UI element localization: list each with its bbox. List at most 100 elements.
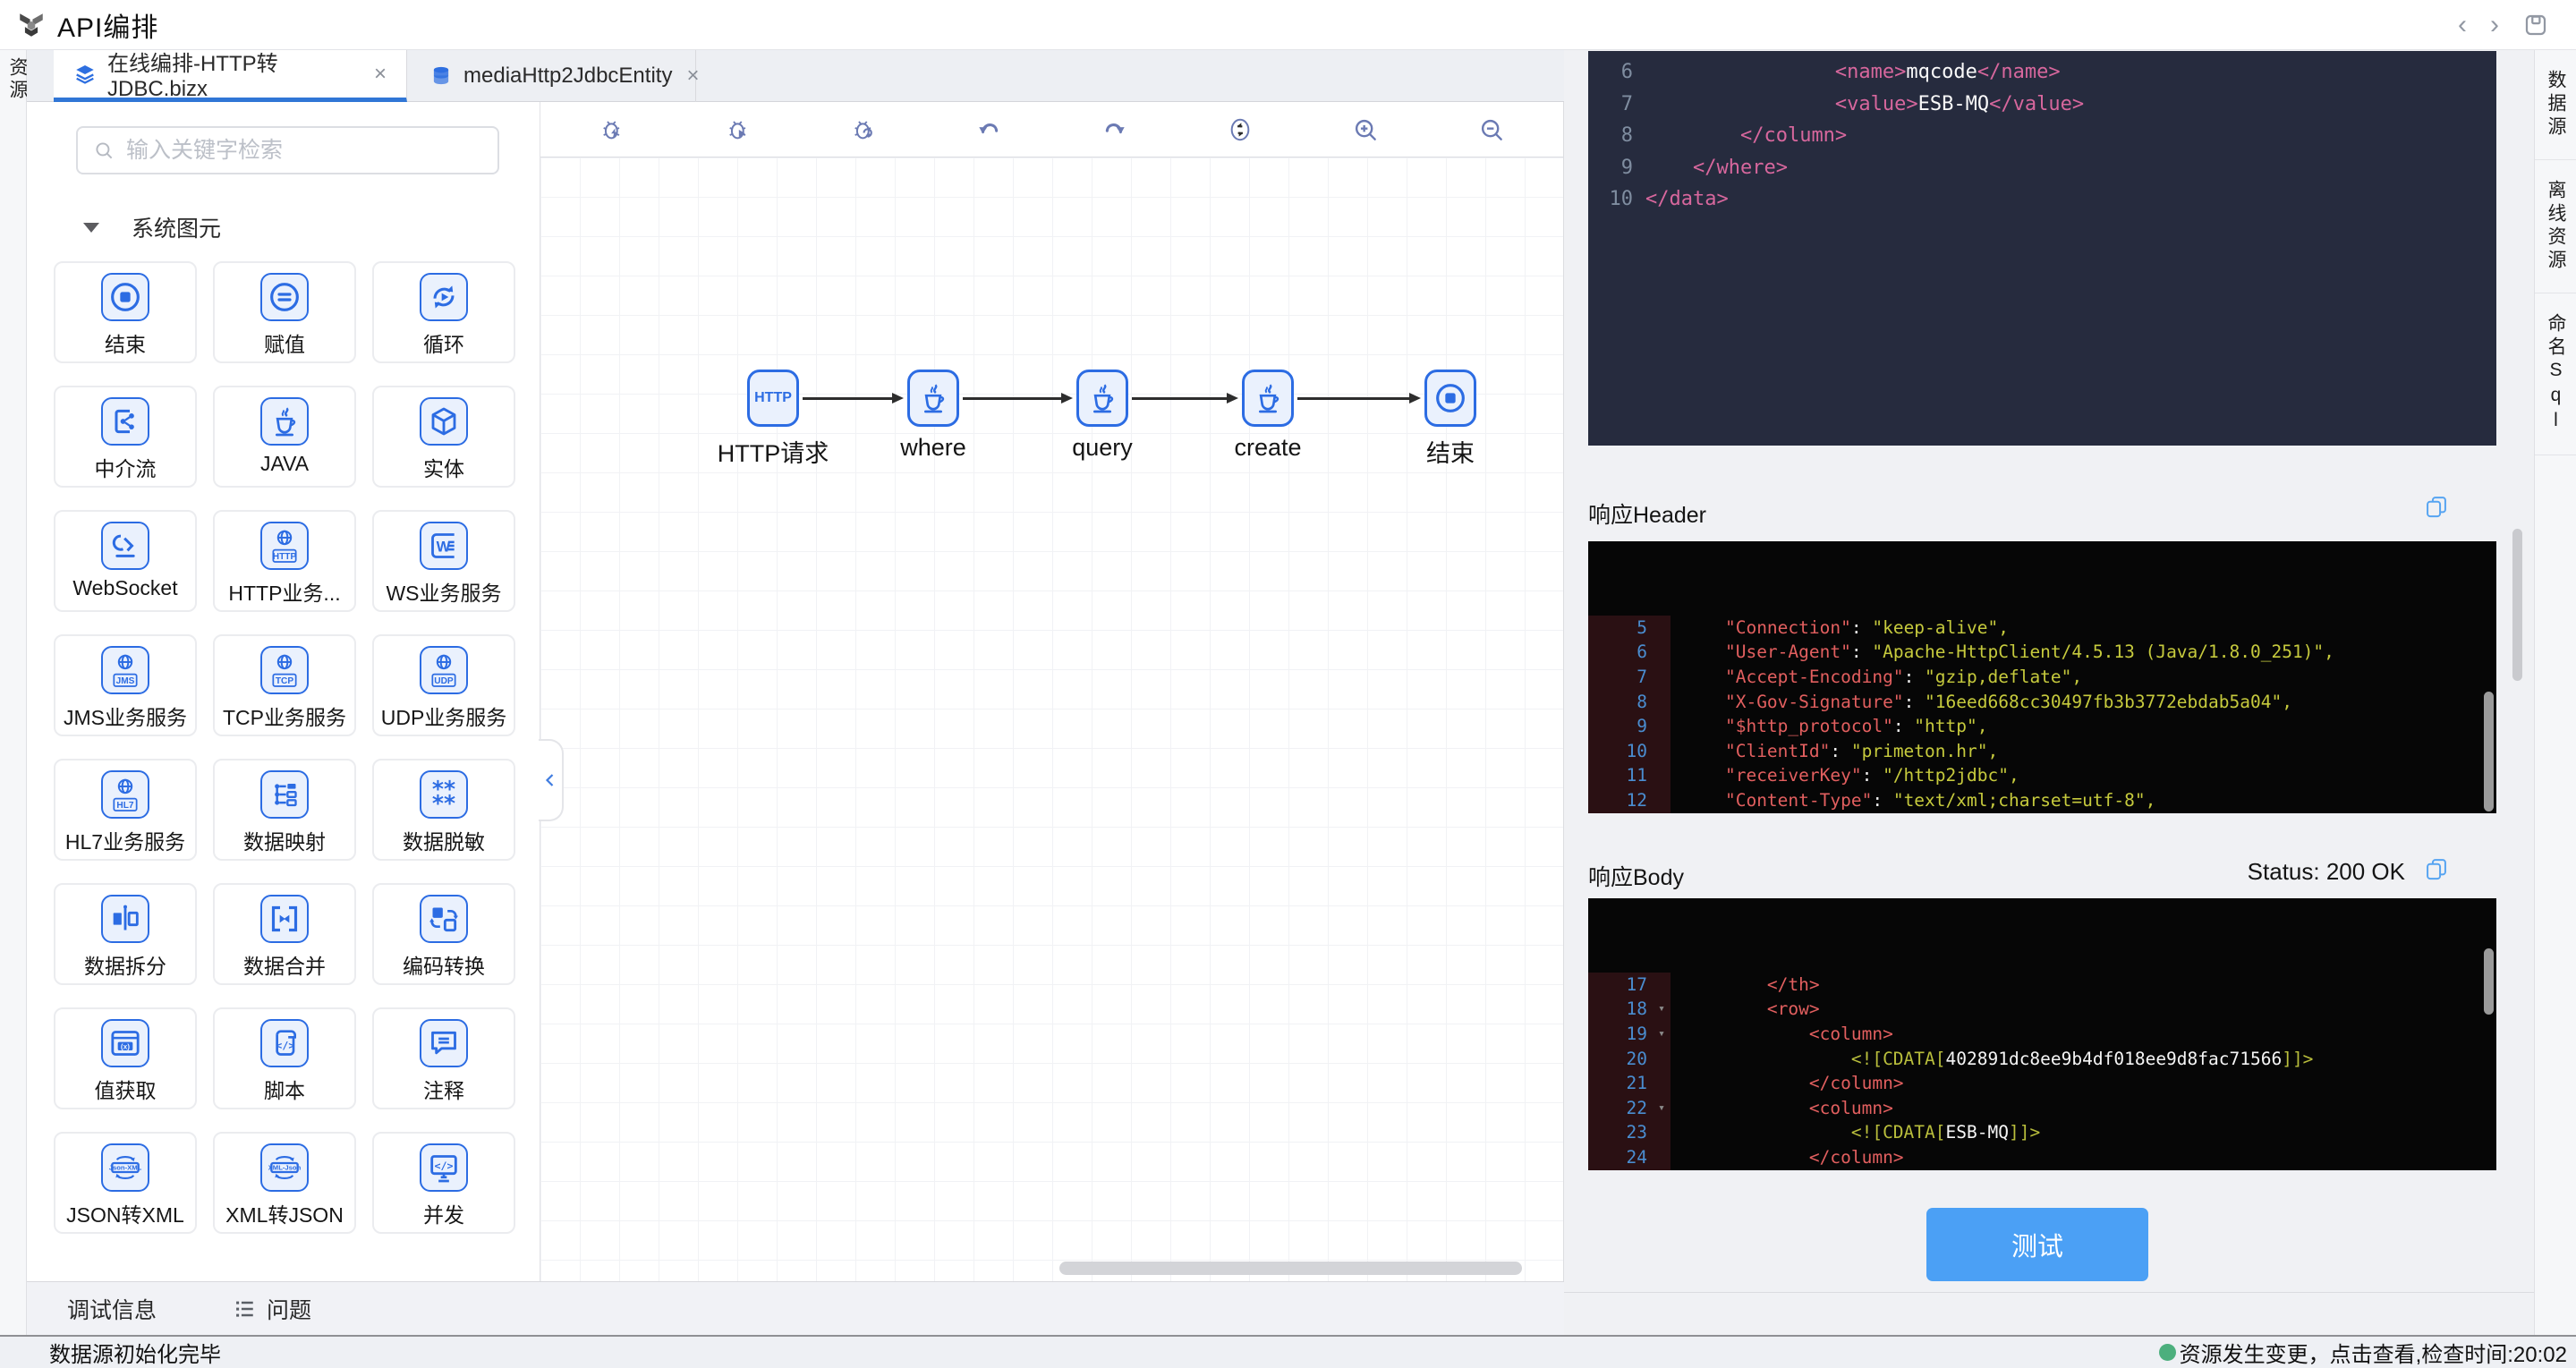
code-line: 10 </data>	[1609, 188, 1729, 210]
palette-search[interactable]	[76, 126, 499, 174]
palette-item-http-service[interactable]: HTTP HTTP业务...	[213, 510, 356, 612]
line-number: 17	[1626, 973, 1647, 995]
palette-collapse-handle[interactable]	[539, 739, 564, 821]
right-sidebar-tab-0[interactable]: 数据源	[2535, 50, 2576, 160]
code-line: 6 <name>mqcode</name>	[1620, 61, 2061, 83]
response-body-editor[interactable]: 17 </th> 18 ▾ <row> 19 ▾ <column> 20 <![CDATA…	[1588, 898, 2496, 1170]
debug-step-icon[interactable]	[849, 115, 878, 144]
flow-node-end[interactable]	[1424, 370, 1476, 427]
line-number: 22	[1626, 1097, 1647, 1118]
status-bar: 数据源初始化完毕 资源发生变更，点击查看,检查时间:20:02	[0, 1335, 2576, 1368]
comment-icon	[420, 1019, 468, 1067]
value-get-icon: (x)	[101, 1019, 149, 1067]
scrollbar-thumb[interactable]	[2484, 948, 2494, 1015]
save-icon[interactable]	[2522, 12, 2549, 38]
debug-icon[interactable]	[598, 115, 626, 144]
palette-item-label: 结束	[105, 333, 146, 356]
fold-icon[interactable]: ▾	[1658, 997, 1665, 1022]
response-header-editor[interactable]: 5 "Connection": "keep-alive", 6 "User-Age…	[1588, 541, 2496, 813]
code-line: 23 <![CDATA[ESB-MQ]]>	[1588, 1120, 2496, 1145]
palette-item-label: 中介流	[94, 457, 157, 480]
palette-item-label: XML转JSON	[225, 1203, 344, 1227]
flow-connector-arrow[interactable]	[803, 393, 904, 404]
palette-item-label: 数据脱敏	[403, 830, 485, 854]
divider	[1564, 1292, 2534, 1293]
debug-play-icon[interactable]	[724, 115, 752, 144]
java-icon	[260, 397, 309, 446]
flow-connector-arrow[interactable]	[1132, 393, 1238, 404]
close-icon[interactable]: ×	[686, 64, 699, 89]
canvas-toolbar	[540, 102, 1563, 157]
sync-icon[interactable]	[1226, 115, 1254, 144]
palette-item-data-split[interactable]: 数据拆分	[54, 883, 197, 985]
right-sidebar-tab-2[interactable]: 命名Sql	[2535, 293, 2576, 455]
palette-item-encoding-convert[interactable]: 编码转换	[372, 883, 515, 985]
component-palette: 系统图元 结束 赋值 循环中介流 JAVA 实体 WebSocket HTTP HTTP业务.…	[27, 102, 540, 1281]
palette-item-label: 数据映射	[243, 830, 326, 854]
palette-item-websocket[interactable]: WebSocket	[54, 510, 197, 612]
palette-item-loop[interactable]: 循环	[372, 261, 515, 363]
flow-node-http[interactable]: HTTP	[747, 370, 799, 427]
flow-connector-arrow[interactable]	[1297, 393, 1421, 404]
palette-item-data-masking[interactable]: ** ** 数据脱敏	[372, 759, 515, 861]
zoom-out-icon[interactable]	[1477, 115, 1506, 144]
svg-text:HL7: HL7	[116, 801, 133, 811]
undo-icon[interactable]	[974, 115, 1003, 144]
forward-icon[interactable]: ›	[2490, 12, 2499, 38]
palette-item-jms-service[interactable]: JMS JMS业务服务	[54, 634, 197, 736]
palette-item-udp-service[interactable]: UDP UDP业务服务	[372, 634, 515, 736]
copy-icon[interactable]	[2424, 494, 2449, 519]
right-sidebar-tab-1[interactable]: 离线资源	[2535, 160, 2576, 293]
flow-node-java[interactable]	[1076, 370, 1128, 427]
palette-item-mediation-flow[interactable]: 中介流	[54, 386, 197, 488]
palette-item-value-get[interactable]: (x) 值获取	[54, 1007, 197, 1109]
right-sidebar: 数据源 离线资源 命名Sql	[2534, 50, 2576, 1335]
palette-item-label: WebSocket	[72, 576, 178, 599]
code-line: 5 "Connection": "keep-alive",	[1588, 615, 2496, 641]
code-line: 8 </column>	[1620, 124, 1848, 147]
palette-item-xml-to-json[interactable]: XML-Json XML转JSON	[213, 1132, 356, 1234]
tab-debug-info[interactable]: 调试信息	[67, 1293, 157, 1325]
canvas-horizontal-scrollbar[interactable]	[1059, 1262, 1522, 1275]
panel-scrollbar-thumb[interactable]	[2512, 529, 2522, 681]
flow-node-java[interactable]	[1242, 370, 1294, 427]
scrollbar-thumb[interactable]	[2484, 692, 2494, 811]
line-number: 9	[1637, 716, 1647, 737]
palette-item-comment[interactable]: 注释	[372, 1007, 515, 1109]
line-number: 6	[1637, 642, 1647, 663]
palette-item-entity-cube[interactable]: 实体	[372, 386, 515, 488]
zoom-in-icon[interactable]	[1351, 115, 1380, 144]
palette-item-label: 值获取	[94, 1079, 157, 1102]
resource-change-notice[interactable]: 资源发生变更，点击查看,检查时间:20:02	[2158, 1337, 2567, 1368]
copy-icon[interactable]	[2424, 856, 2449, 881]
palette-item-stop[interactable]: 结束	[54, 261, 197, 363]
palette-item-hl7-service[interactable]: HL7 HL7业务服务	[54, 759, 197, 861]
palette-item-assign[interactable]: 赋值	[213, 261, 356, 363]
test-button[interactable]: 测试	[1926, 1208, 2148, 1281]
data-merge-icon	[260, 895, 309, 943]
flow-connector-arrow[interactable]	[963, 393, 1073, 404]
palette-item-json-to-xml[interactable]: Json-XML JSON转XML	[54, 1132, 197, 1234]
palette-item-data-merge[interactable]: 数据合并	[213, 883, 356, 985]
search-input[interactable]	[126, 137, 466, 164]
flow-node-java[interactable]	[907, 370, 959, 427]
back-icon[interactable]: ‹	[2458, 12, 2467, 38]
palette-item-concurrent[interactable]: </> 并发	[372, 1132, 515, 1234]
data-masking-icon: ** **	[420, 770, 468, 819]
palette-item-ws-service[interactable]: W WS业务服务	[372, 510, 515, 612]
palette-item-script[interactable]: </> 脚本	[213, 1007, 356, 1109]
palette-item-java[interactable]: JAVA	[213, 386, 356, 488]
line-number: 10	[1609, 188, 1634, 210]
palette-section-header[interactable]: 系统图元	[27, 208, 540, 247]
xml-preview-editor[interactable]: 6 <name>mqcode</name> 7 <value>ESB-MQ</va…	[1588, 51, 2496, 446]
palette-item-tcp-service[interactable]: TCP TCP业务服务	[213, 634, 356, 736]
redo-icon[interactable]	[1101, 115, 1129, 144]
palette-item-data-mapping[interactable]: 数据映射	[213, 759, 356, 861]
fold-icon[interactable]: ▾	[1658, 1022, 1665, 1047]
tab-issues[interactable]: 问题	[233, 1293, 311, 1325]
file-tab-0[interactable]: 在线编排-HTTP转JDBC.bizx ×	[54, 50, 407, 102]
file-tab-1[interactable]: mediaHttp2JdbcEntity ×	[410, 50, 699, 102]
close-icon[interactable]: ×	[374, 62, 387, 87]
fold-icon[interactable]: ▾	[1658, 1096, 1665, 1121]
canvas-grid-area[interactable]: HTTP HTTP请求 where query create 结束	[540, 157, 1563, 1281]
